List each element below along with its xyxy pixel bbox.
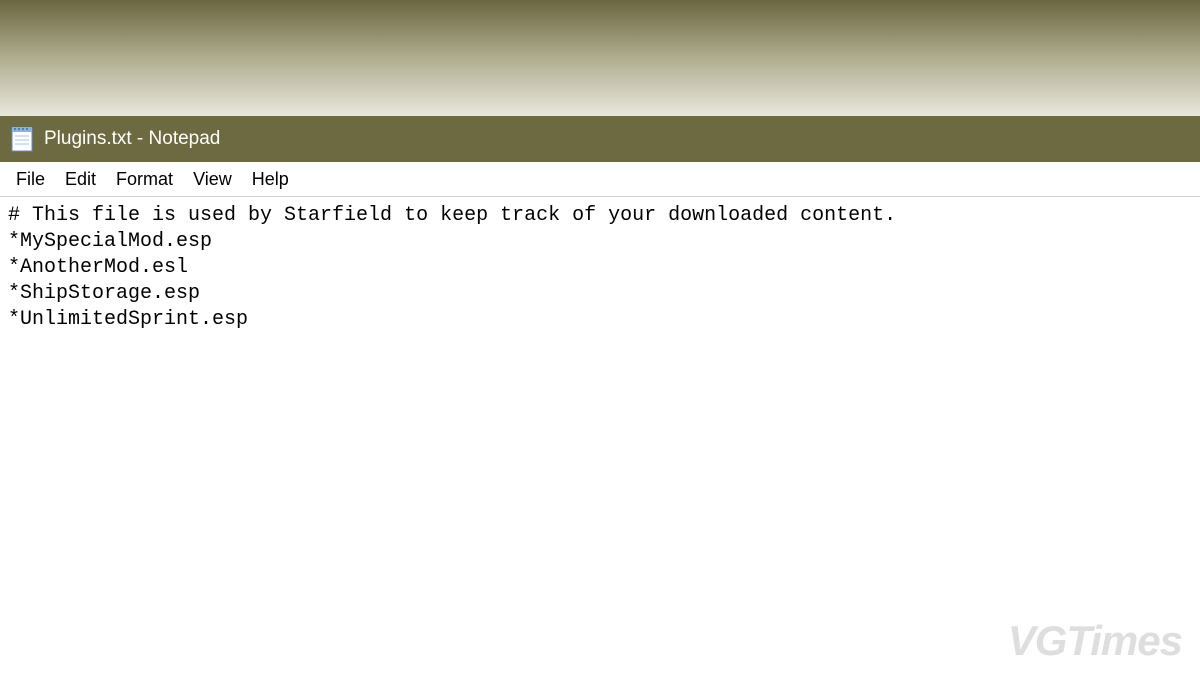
editor-line: # This file is used by Starfield to keep… <box>8 204 896 227</box>
text-editor[interactable]: # This file is used by Starfield to keep… <box>0 197 1200 339</box>
background-gradient <box>0 0 1200 116</box>
menu-edit[interactable]: Edit <box>55 165 106 194</box>
editor-line: *UnlimitedSprint.esp <box>8 308 248 331</box>
menu-format[interactable]: Format <box>106 165 183 194</box>
title-bar[interactable]: Plugins.txt - Notepad <box>0 116 1200 162</box>
menu-file[interactable]: File <box>6 165 55 194</box>
menu-view[interactable]: View <box>183 165 242 194</box>
window-title: Plugins.txt - Notepad <box>44 128 220 150</box>
menu-help[interactable]: Help <box>242 165 299 194</box>
watermark: VGTimes <box>1008 617 1182 665</box>
notepad-icon <box>10 125 34 153</box>
editor-line: *MySpecialMod.esp <box>8 230 212 253</box>
editor-line: *ShipStorage.esp <box>8 282 200 305</box>
editor-line: *AnotherMod.esl <box>8 256 188 279</box>
menu-bar: File Edit Format View Help <box>0 162 1200 197</box>
